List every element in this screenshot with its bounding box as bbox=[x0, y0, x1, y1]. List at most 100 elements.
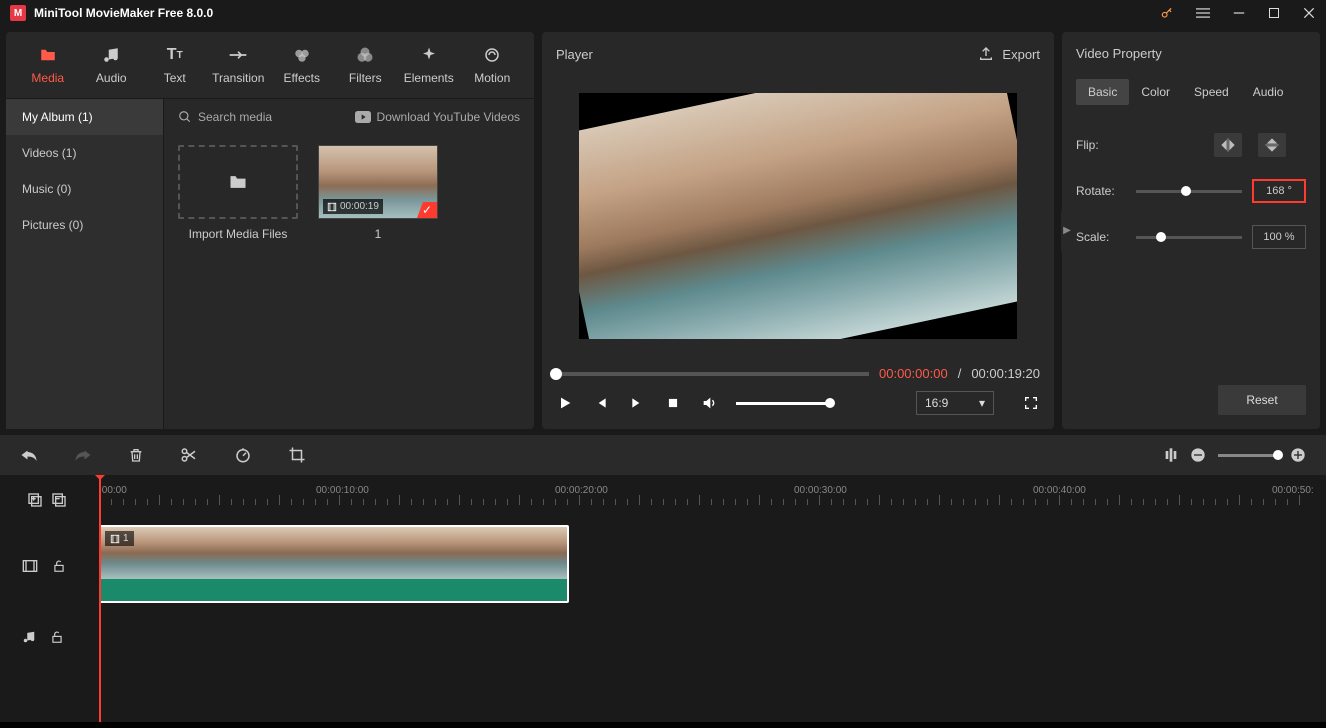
playhead[interactable] bbox=[99, 475, 101, 722]
play-button[interactable] bbox=[556, 394, 574, 412]
tab-label: Text bbox=[164, 71, 186, 85]
tab-transition[interactable]: Transition bbox=[207, 37, 271, 93]
seek-slider[interactable] bbox=[556, 372, 869, 376]
prop-tab-speed[interactable]: Speed bbox=[1182, 79, 1241, 105]
tab-text[interactable]: TT Text bbox=[143, 37, 207, 93]
search-placeholder: Search media bbox=[198, 110, 272, 124]
main-tabs: Media Audio TT Text Transition Effects F… bbox=[6, 32, 534, 98]
tab-label: Transition bbox=[212, 71, 264, 85]
prop-tab-basic[interactable]: Basic bbox=[1076, 79, 1129, 105]
prop-tab-audio[interactable]: Audio bbox=[1241, 79, 1296, 105]
crop-button[interactable] bbox=[288, 446, 306, 464]
tab-filters[interactable]: Filters bbox=[334, 37, 398, 93]
export-label: Export bbox=[1002, 47, 1040, 62]
sidebar-item-pictures[interactable]: Pictures (0) bbox=[6, 207, 163, 243]
key-icon[interactable] bbox=[1160, 6, 1174, 20]
prop-tab-color[interactable]: Color bbox=[1129, 79, 1182, 105]
aspect-select[interactable]: 16:9 ▾ bbox=[916, 391, 994, 415]
volume-button[interactable] bbox=[700, 394, 718, 412]
tab-label: Elements bbox=[404, 71, 454, 85]
timeline-clip[interactable]: 1 bbox=[99, 525, 569, 603]
export-icon bbox=[978, 46, 994, 62]
rotate-slider[interactable] bbox=[1136, 190, 1242, 193]
tab-label: Effects bbox=[284, 71, 320, 85]
player-panel: Player Export 00:00:00:00 / 00:00:19:20 bbox=[542, 32, 1054, 429]
prev-frame-button[interactable] bbox=[592, 394, 610, 412]
next-frame-button[interactable] bbox=[628, 394, 646, 412]
video-track[interactable]: 1 bbox=[94, 525, 1326, 607]
effects-icon bbox=[293, 45, 311, 65]
media-sidebar: My Album (1) Videos (1) Music (0) Pictur… bbox=[6, 99, 164, 429]
import-label: Import Media Files bbox=[189, 227, 288, 241]
sidebar-item-myalbum[interactable]: My Album (1) bbox=[6, 99, 163, 135]
sidebar-item-music[interactable]: Music (0) bbox=[6, 171, 163, 207]
tab-motion[interactable]: Motion bbox=[461, 37, 525, 93]
collapse-panel-button[interactable]: ▶ bbox=[1061, 211, 1073, 251]
property-panel: ▶ Video Property Basic Color Speed Audio… bbox=[1062, 32, 1320, 429]
maximize-icon[interactable] bbox=[1268, 7, 1280, 19]
time-current: 00:00:00:00 bbox=[879, 366, 948, 381]
zoom-in-button[interactable] bbox=[1290, 447, 1306, 463]
app-logo: M bbox=[10, 5, 26, 21]
audio-track[interactable] bbox=[94, 607, 1326, 667]
remove-track-button[interactable] bbox=[51, 492, 67, 508]
clip-duration-badge: 00:00:19 bbox=[323, 199, 383, 214]
close-icon[interactable] bbox=[1302, 6, 1316, 20]
download-youtube-button[interactable]: Download YouTube Videos bbox=[355, 110, 520, 124]
lock-audio-track-button[interactable] bbox=[50, 629, 64, 645]
flip-label: Flip: bbox=[1076, 138, 1126, 152]
export-button[interactable]: Export bbox=[978, 46, 1040, 62]
media-clip[interactable]: 00:00:19 ✓ 1 bbox=[318, 145, 438, 241]
download-label: Download YouTube Videos bbox=[377, 110, 520, 124]
flip-horizontal-button[interactable] bbox=[1214, 133, 1242, 157]
sparkle-icon bbox=[420, 45, 438, 65]
lock-video-track-button[interactable] bbox=[52, 558, 66, 574]
tab-elements[interactable]: Elements bbox=[397, 37, 461, 93]
search-media[interactable]: Search media bbox=[178, 110, 347, 124]
motion-icon bbox=[483, 45, 501, 65]
add-track-button[interactable] bbox=[27, 492, 43, 508]
scale-slider[interactable] bbox=[1136, 236, 1242, 239]
youtube-icon bbox=[355, 111, 371, 123]
tab-effects[interactable]: Effects bbox=[270, 37, 334, 93]
text-icon: TT bbox=[167, 45, 183, 65]
tab-media[interactable]: Media bbox=[16, 37, 80, 93]
fit-zoom-button[interactable] bbox=[1164, 447, 1178, 463]
rotate-value[interactable]: 168 ° bbox=[1252, 179, 1306, 203]
speed-button[interactable] bbox=[234, 446, 252, 464]
chevron-down-icon: ▾ bbox=[979, 396, 985, 410]
media-panel: Media Audio TT Text Transition Effects F… bbox=[6, 32, 534, 429]
scale-value[interactable]: 100 % bbox=[1252, 225, 1306, 249]
timeline-ruler[interactable]: :00:00 00:00:10:00 00:00:20:00 00:00:30:… bbox=[94, 475, 1326, 525]
reset-button[interactable]: Reset bbox=[1218, 385, 1306, 415]
clip-badge: 1 bbox=[105, 531, 134, 546]
film-icon bbox=[327, 202, 337, 212]
search-icon bbox=[178, 110, 192, 124]
titlebar: M MiniTool MovieMaker Free 8.0.0 bbox=[0, 0, 1326, 26]
import-media-button[interactable]: Import Media Files bbox=[178, 145, 298, 241]
stop-button[interactable] bbox=[664, 394, 682, 412]
menu-icon[interactable] bbox=[1196, 6, 1210, 20]
split-button[interactable] bbox=[180, 446, 198, 464]
tab-label: Audio bbox=[96, 71, 127, 85]
zoom-slider[interactable] bbox=[1218, 454, 1278, 457]
undo-button[interactable] bbox=[20, 447, 38, 463]
redo-button[interactable] bbox=[74, 447, 92, 463]
folder-icon bbox=[226, 172, 250, 192]
fullscreen-button[interactable] bbox=[1022, 394, 1040, 412]
rotate-label: Rotate: bbox=[1076, 184, 1126, 198]
volume-slider[interactable] bbox=[736, 402, 830, 405]
video-preview[interactable] bbox=[579, 93, 1017, 339]
audio-track-icon bbox=[22, 629, 36, 645]
sidebar-item-videos[interactable]: Videos (1) bbox=[6, 135, 163, 171]
tab-label: Filters bbox=[349, 71, 382, 85]
zoom-out-button[interactable] bbox=[1190, 447, 1206, 463]
timeline: :00:00 00:00:10:00 00:00:20:00 00:00:30:… bbox=[0, 435, 1326, 722]
tab-audio[interactable]: Audio bbox=[80, 37, 144, 93]
delete-button[interactable] bbox=[128, 446, 144, 464]
player-title: Player bbox=[556, 47, 593, 62]
minimize-icon[interactable] bbox=[1232, 6, 1246, 20]
transition-icon bbox=[228, 45, 248, 65]
flip-vertical-button[interactable] bbox=[1258, 133, 1286, 157]
scale-label: Scale: bbox=[1076, 230, 1126, 244]
